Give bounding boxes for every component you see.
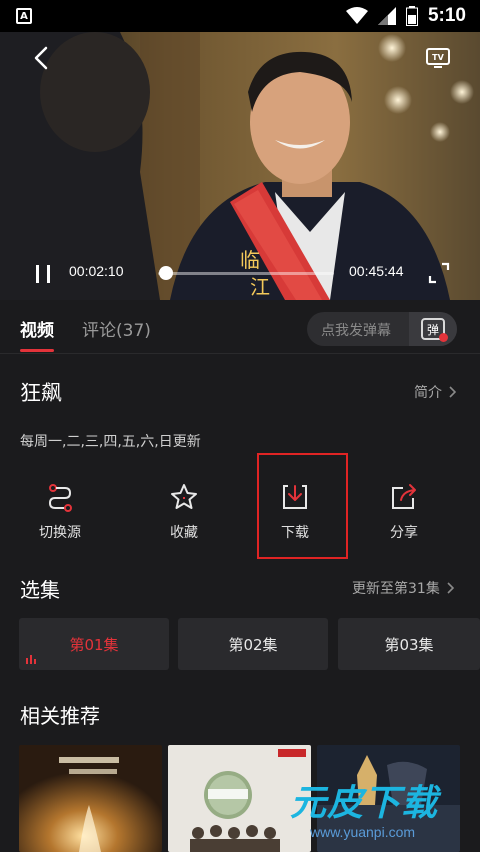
clock: 5:10: [427, 5, 466, 26]
episode-label: 第03集: [384, 635, 434, 654]
current-time: 00:02:10: [69, 263, 124, 279]
recommendation-thumbnail[interactable]: [19, 745, 162, 852]
playing-bars-icon: [26, 655, 36, 664]
svg-text:TV: TV: [432, 53, 444, 62]
active-tab-indicator: [20, 349, 54, 352]
episode-label: 第02集: [228, 635, 278, 654]
episodes-update-label: 更新至第31集: [352, 581, 440, 597]
episode-card[interactable]: 第02集: [178, 618, 328, 670]
episode-label: 第01集: [69, 635, 119, 654]
poster-image: [19, 745, 162, 852]
watermark-logo: 元皮下载: [290, 783, 439, 824]
progress-track[interactable]: [158, 272, 334, 275]
share-label: 分享: [390, 525, 418, 541]
switch-source-label: 切换源: [39, 525, 81, 541]
tv-cast-icon[interactable]: TV: [425, 44, 451, 70]
danmu-placeholder[interactable]: 点我发弹幕: [321, 320, 391, 340]
signal-icon: [377, 7, 396, 25]
battery-icon: [405, 6, 418, 26]
player-controls: 00:02:10 00:45:44: [0, 258, 480, 288]
tab-comments[interactable]: 评论(37): [82, 316, 151, 341]
episodes-update-link[interactable]: 更新至第31集: [352, 578, 454, 598]
video-player[interactable]: 临 江 TV 00:02:10 00:45:44: [0, 32, 480, 300]
episode-card-active[interactable]: 第01集: [19, 618, 169, 670]
favorite-label: 收藏: [170, 525, 198, 541]
wifi-icon: [345, 7, 368, 24]
danmu-icon-label: 弹: [426, 322, 439, 337]
switch-source-button[interactable]: 切换源: [5, 470, 115, 560]
danmu-status-dot: [439, 333, 448, 342]
update-schedule: 每周一,二,三,四,五,六,日更新: [20, 434, 201, 450]
intro-link[interactable]: 简介: [414, 382, 456, 402]
episodes-title: 选集: [20, 578, 60, 602]
recommendations-title: 相关推荐: [20, 704, 100, 728]
pause-icon[interactable]: [34, 264, 52, 284]
star-icon: [171, 484, 197, 509]
progress-knob[interactable]: [159, 266, 174, 280]
status-bar: A 5:10: [0, 0, 480, 32]
content-tabs: 视频 评论(37) 点我发弹幕 弹: [0, 300, 480, 354]
favorite-button[interactable]: 收藏: [129, 470, 239, 560]
danmu-input[interactable]: 点我发弹幕 弹: [307, 312, 457, 346]
switch-source-icon: [48, 484, 72, 512]
back-icon[interactable]: [28, 44, 56, 72]
danmu-icon: 弹: [421, 318, 448, 342]
share-icon: [392, 484, 416, 509]
download-highlight-box: [257, 453, 348, 559]
chevron-right-icon: [447, 582, 454, 594]
site-watermark: 元皮下载 www.yuanpi.com: [284, 770, 480, 852]
chevron-right-icon: [449, 386, 456, 398]
tab-video[interactable]: 视频: [20, 316, 54, 341]
intro-label: 简介: [414, 385, 442, 401]
show-title: 狂飙: [20, 381, 62, 405]
app-notification-icon: A: [16, 8, 32, 24]
episode-card[interactable]: 第03集: [338, 618, 480, 670]
duration: 00:45:44: [349, 263, 404, 279]
fullscreen-icon[interactable]: [428, 262, 450, 284]
watermark-url: www.yuanpi.com: [310, 824, 416, 840]
danmu-toggle-button[interactable]: 弹: [409, 312, 457, 346]
share-button[interactable]: 分享: [349, 470, 459, 560]
